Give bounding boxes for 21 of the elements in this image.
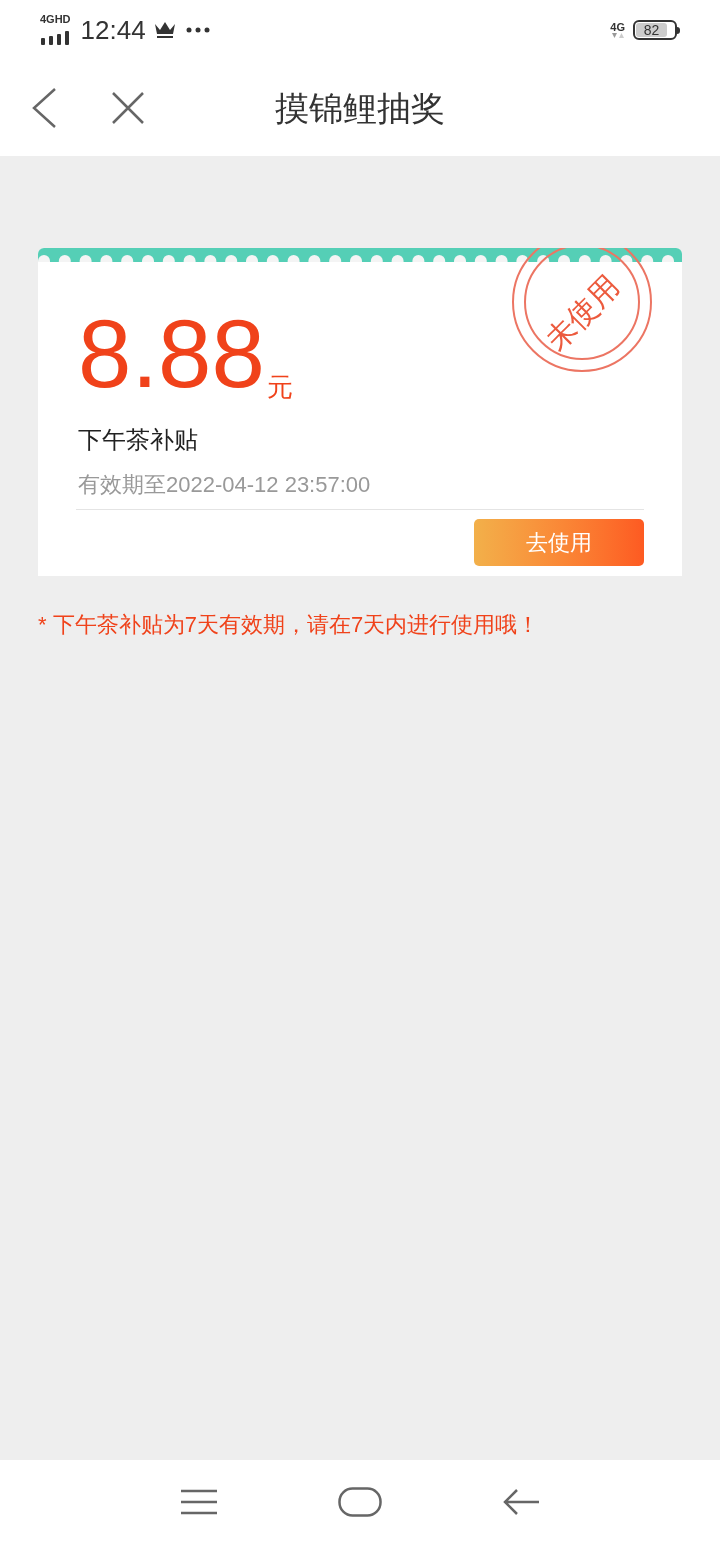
validity-text: 有效期至2022-04-12 23:57:00	[78, 471, 372, 499]
stamp-text: 未使用	[537, 267, 627, 358]
back-arrow-icon[interactable]	[502, 1488, 540, 1516]
signal-icon	[40, 31, 71, 45]
home-icon[interactable]	[338, 1487, 382, 1517]
clock-time: 12:44	[80, 13, 146, 47]
validity-note: * 下午茶补贴为7天有效期，请在7天内进行使用哦！	[38, 611, 541, 639]
coupon-amount: 8.88	[78, 306, 265, 402]
page-title: 摸锦鲤抽奖	[275, 87, 445, 129]
coupon-name: 下午茶补贴	[78, 425, 199, 455]
close-icon	[111, 91, 145, 125]
menu-icon[interactable]	[180, 1489, 218, 1515]
crown-icon	[153, 21, 176, 39]
network-label: 4GHD	[40, 14, 71, 25]
battery-level: 82	[643, 23, 660, 37]
currency-unit: 元	[266, 374, 293, 400]
data-network-label: 4G	[610, 21, 625, 33]
use-button[interactable]: 去使用	[474, 519, 644, 566]
more-icon	[185, 27, 210, 33]
back-icon	[31, 88, 57, 128]
data-arrows-icon	[611, 32, 624, 39]
